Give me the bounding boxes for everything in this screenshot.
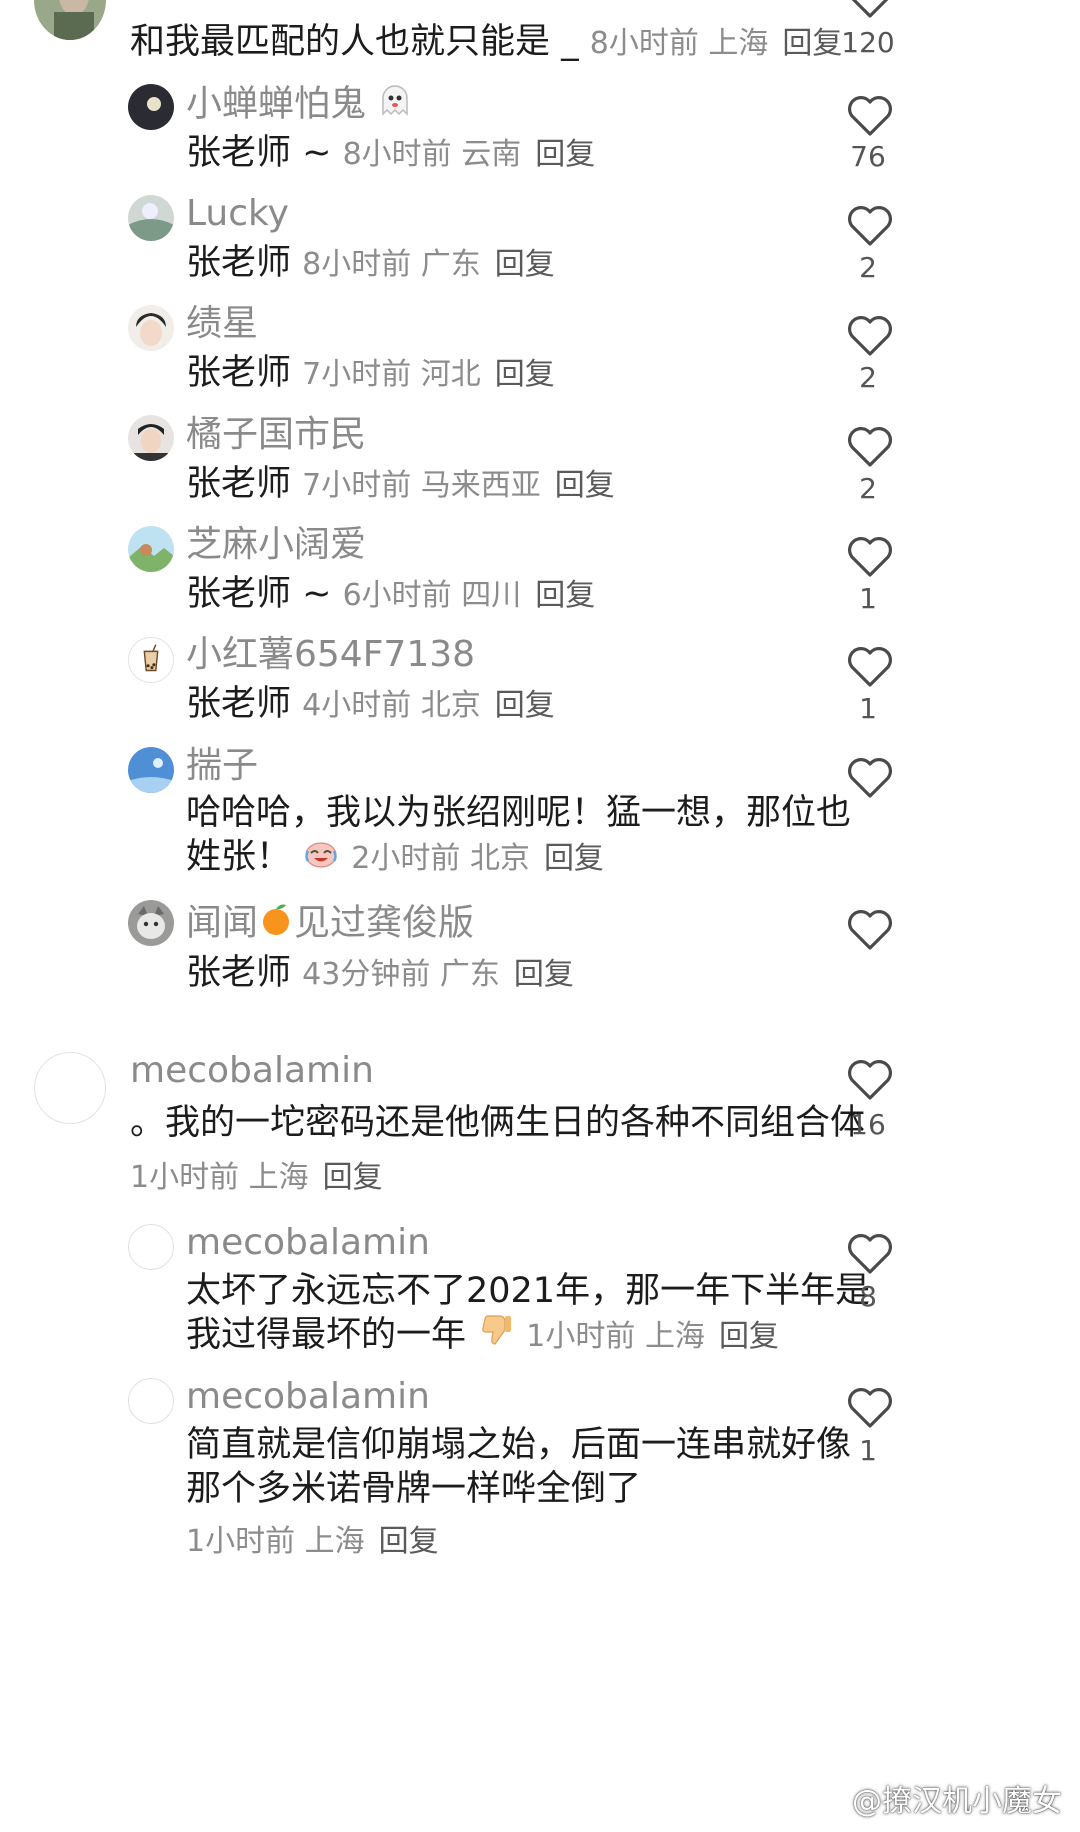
reply-button[interactable]: 回复: [495, 247, 555, 282]
avatar[interactable]: [34, 0, 106, 40]
comment-text: 和我最匹配的人也就只能是 _ 8小时前 上海 回复: [130, 17, 842, 69]
reply-text: 简直就是信仰崩塌之始，后面一连串就好像: [186, 1425, 852, 1465]
username[interactable]: 橘子国市民: [186, 413, 366, 457]
reply-button[interactable]: 回复: [555, 468, 615, 503]
like-count: 2: [859, 251, 877, 284]
reply-text-cont: 姓张！ 2小时前 北京 回复: [186, 832, 604, 884]
like-count: 76: [850, 140, 886, 173]
reply-meta: 7小时前 马来西亚 回复: [302, 468, 615, 503]
reply-text: 张老师 4小时前 北京 回复: [186, 684, 555, 724]
reply-meta: 1小时前 上海 回复: [526, 1319, 779, 1354]
heart-icon[interactable]: [846, 1386, 894, 1430]
username[interactable]: Lucky: [186, 192, 289, 236]
reply-text: 张老师 7小时前 马来西亚 回复: [186, 464, 615, 504]
heart-icon[interactable]: [846, 1058, 894, 1102]
username[interactable]: 小红薯654F7138: [186, 633, 475, 677]
reply-button[interactable]: 回复: [719, 1319, 779, 1354]
heart-icon[interactable]: [846, 645, 894, 689]
reply-button[interactable]: 回复: [495, 688, 555, 723]
avatar[interactable]: [34, 1052, 106, 1124]
reply-meta: 4小时前 北京 回复: [302, 688, 555, 723]
avatar[interactable]: [128, 305, 174, 351]
like-count: 2: [859, 472, 877, 505]
username[interactable]: 闻闻 见过龚俊版: [186, 901, 474, 948]
username[interactable]: 揣子: [186, 744, 258, 788]
avatar[interactable]: [128, 900, 174, 946]
avatar[interactable]: [128, 195, 174, 241]
username[interactable]: mecobalamin: [186, 1375, 430, 1419]
reply-text: 张老师 7小时前 河北 回复: [186, 353, 555, 393]
reply-text-cont: 我过得最坏的一年 1小时前 上海 回复: [186, 1310, 779, 1362]
reply-meta: 7小时前 河北 回复: [302, 357, 555, 392]
like-count: 16: [850, 1108, 886, 1141]
reply-button[interactable]: 回复: [495, 357, 555, 392]
avatar[interactable]: [128, 1224, 174, 1270]
reply-meta: 6小时前 四川 回复: [342, 578, 596, 613]
comment-meta: 1小时前 上海 回复: [130, 1160, 383, 1195]
reply-text: 太坏了永远忘不了2021年，那一年下半年是: [186, 1271, 871, 1311]
reply-meta: 8小时前 云南 回复: [342, 137, 596, 172]
like-count: 8: [859, 1280, 877, 1313]
reply-button[interactable]: 回复: [535, 578, 595, 613]
username[interactable]: 绩星: [186, 302, 258, 346]
like-count: 1: [859, 1434, 877, 1467]
heart-icon[interactable]: [846, 756, 894, 800]
like-count: 2: [859, 361, 877, 394]
reply-meta: 8小时前 广东 回复: [302, 247, 555, 282]
reply-text: 张老师 ~ 8小时前 云南 回复: [186, 133, 596, 173]
reply-button[interactable]: 回复: [379, 1524, 439, 1559]
orange-emoji-icon: [258, 901, 294, 948]
crying-laugh-emoji-icon: [302, 833, 340, 883]
avatar[interactable]: [128, 84, 174, 130]
reply-button[interactable]: 回复: [544, 841, 604, 876]
avatar[interactable]: [128, 637, 174, 683]
heart-icon[interactable]: [846, 425, 894, 469]
comment-body: 和我最匹配的人也就只能是 _: [130, 22, 579, 62]
heart-icon[interactable]: [846, 94, 894, 138]
username[interactable]: 芝麻小阔爱: [186, 523, 366, 567]
watermark: @撩汉机小魔女: [852, 1784, 1062, 1819]
like-count: 1: [859, 692, 877, 725]
reply-text: 张老师 ~ 6小时前 四川 回复: [186, 574, 596, 614]
comment-text: 。我的一坨密码还是他俩生日的各种不同组合体: [130, 1103, 866, 1143]
reply-button[interactable]: 回复: [323, 1160, 383, 1195]
reply-meta: 1小时前 上海 回复: [186, 1524, 439, 1559]
reply-button[interactable]: 回复: [535, 137, 595, 172]
heart-icon[interactable]: [846, 908, 894, 952]
thumbs-down-emoji-icon: [477, 1310, 515, 1362]
reply-text: 张老师 8小时前 广东 回复: [186, 243, 555, 283]
like-count: 120: [841, 26, 895, 59]
username[interactable]: mecobalamin: [186, 1221, 430, 1265]
username[interactable]: mecobalamin: [130, 1049, 374, 1093]
avatar[interactable]: [128, 747, 174, 793]
reply-text: 哈哈哈，我以为张绍刚呢！猛一想，那位也: [186, 793, 852, 833]
heart-icon[interactable]: [846, 1232, 894, 1276]
heart-icon[interactable]: [846, 204, 894, 248]
ghost-emoji-icon: [377, 82, 413, 129]
username[interactable]: 小蝉蝉怕鬼: [186, 82, 413, 129]
avatar[interactable]: [128, 415, 174, 461]
heart-icon[interactable]: [846, 0, 894, 20]
heart-icon[interactable]: [846, 314, 894, 358]
reply-meta: 2小时前 北京 回复: [351, 841, 604, 876]
like-count: 1: [859, 582, 877, 615]
avatar[interactable]: [128, 526, 174, 572]
reply-meta: 43分钟前 广东 回复: [302, 957, 574, 992]
heart-icon[interactable]: [846, 535, 894, 579]
reply-button[interactable]: 回复: [514, 957, 574, 992]
comment-meta: 8小时前 上海 回复: [589, 26, 843, 61]
reply-text: 张老师 43分钟前 广东 回复: [186, 953, 574, 993]
reply-text-cont: 那个多米诺骨牌一样哗全倒了: [186, 1469, 642, 1509]
avatar[interactable]: [128, 1378, 174, 1424]
